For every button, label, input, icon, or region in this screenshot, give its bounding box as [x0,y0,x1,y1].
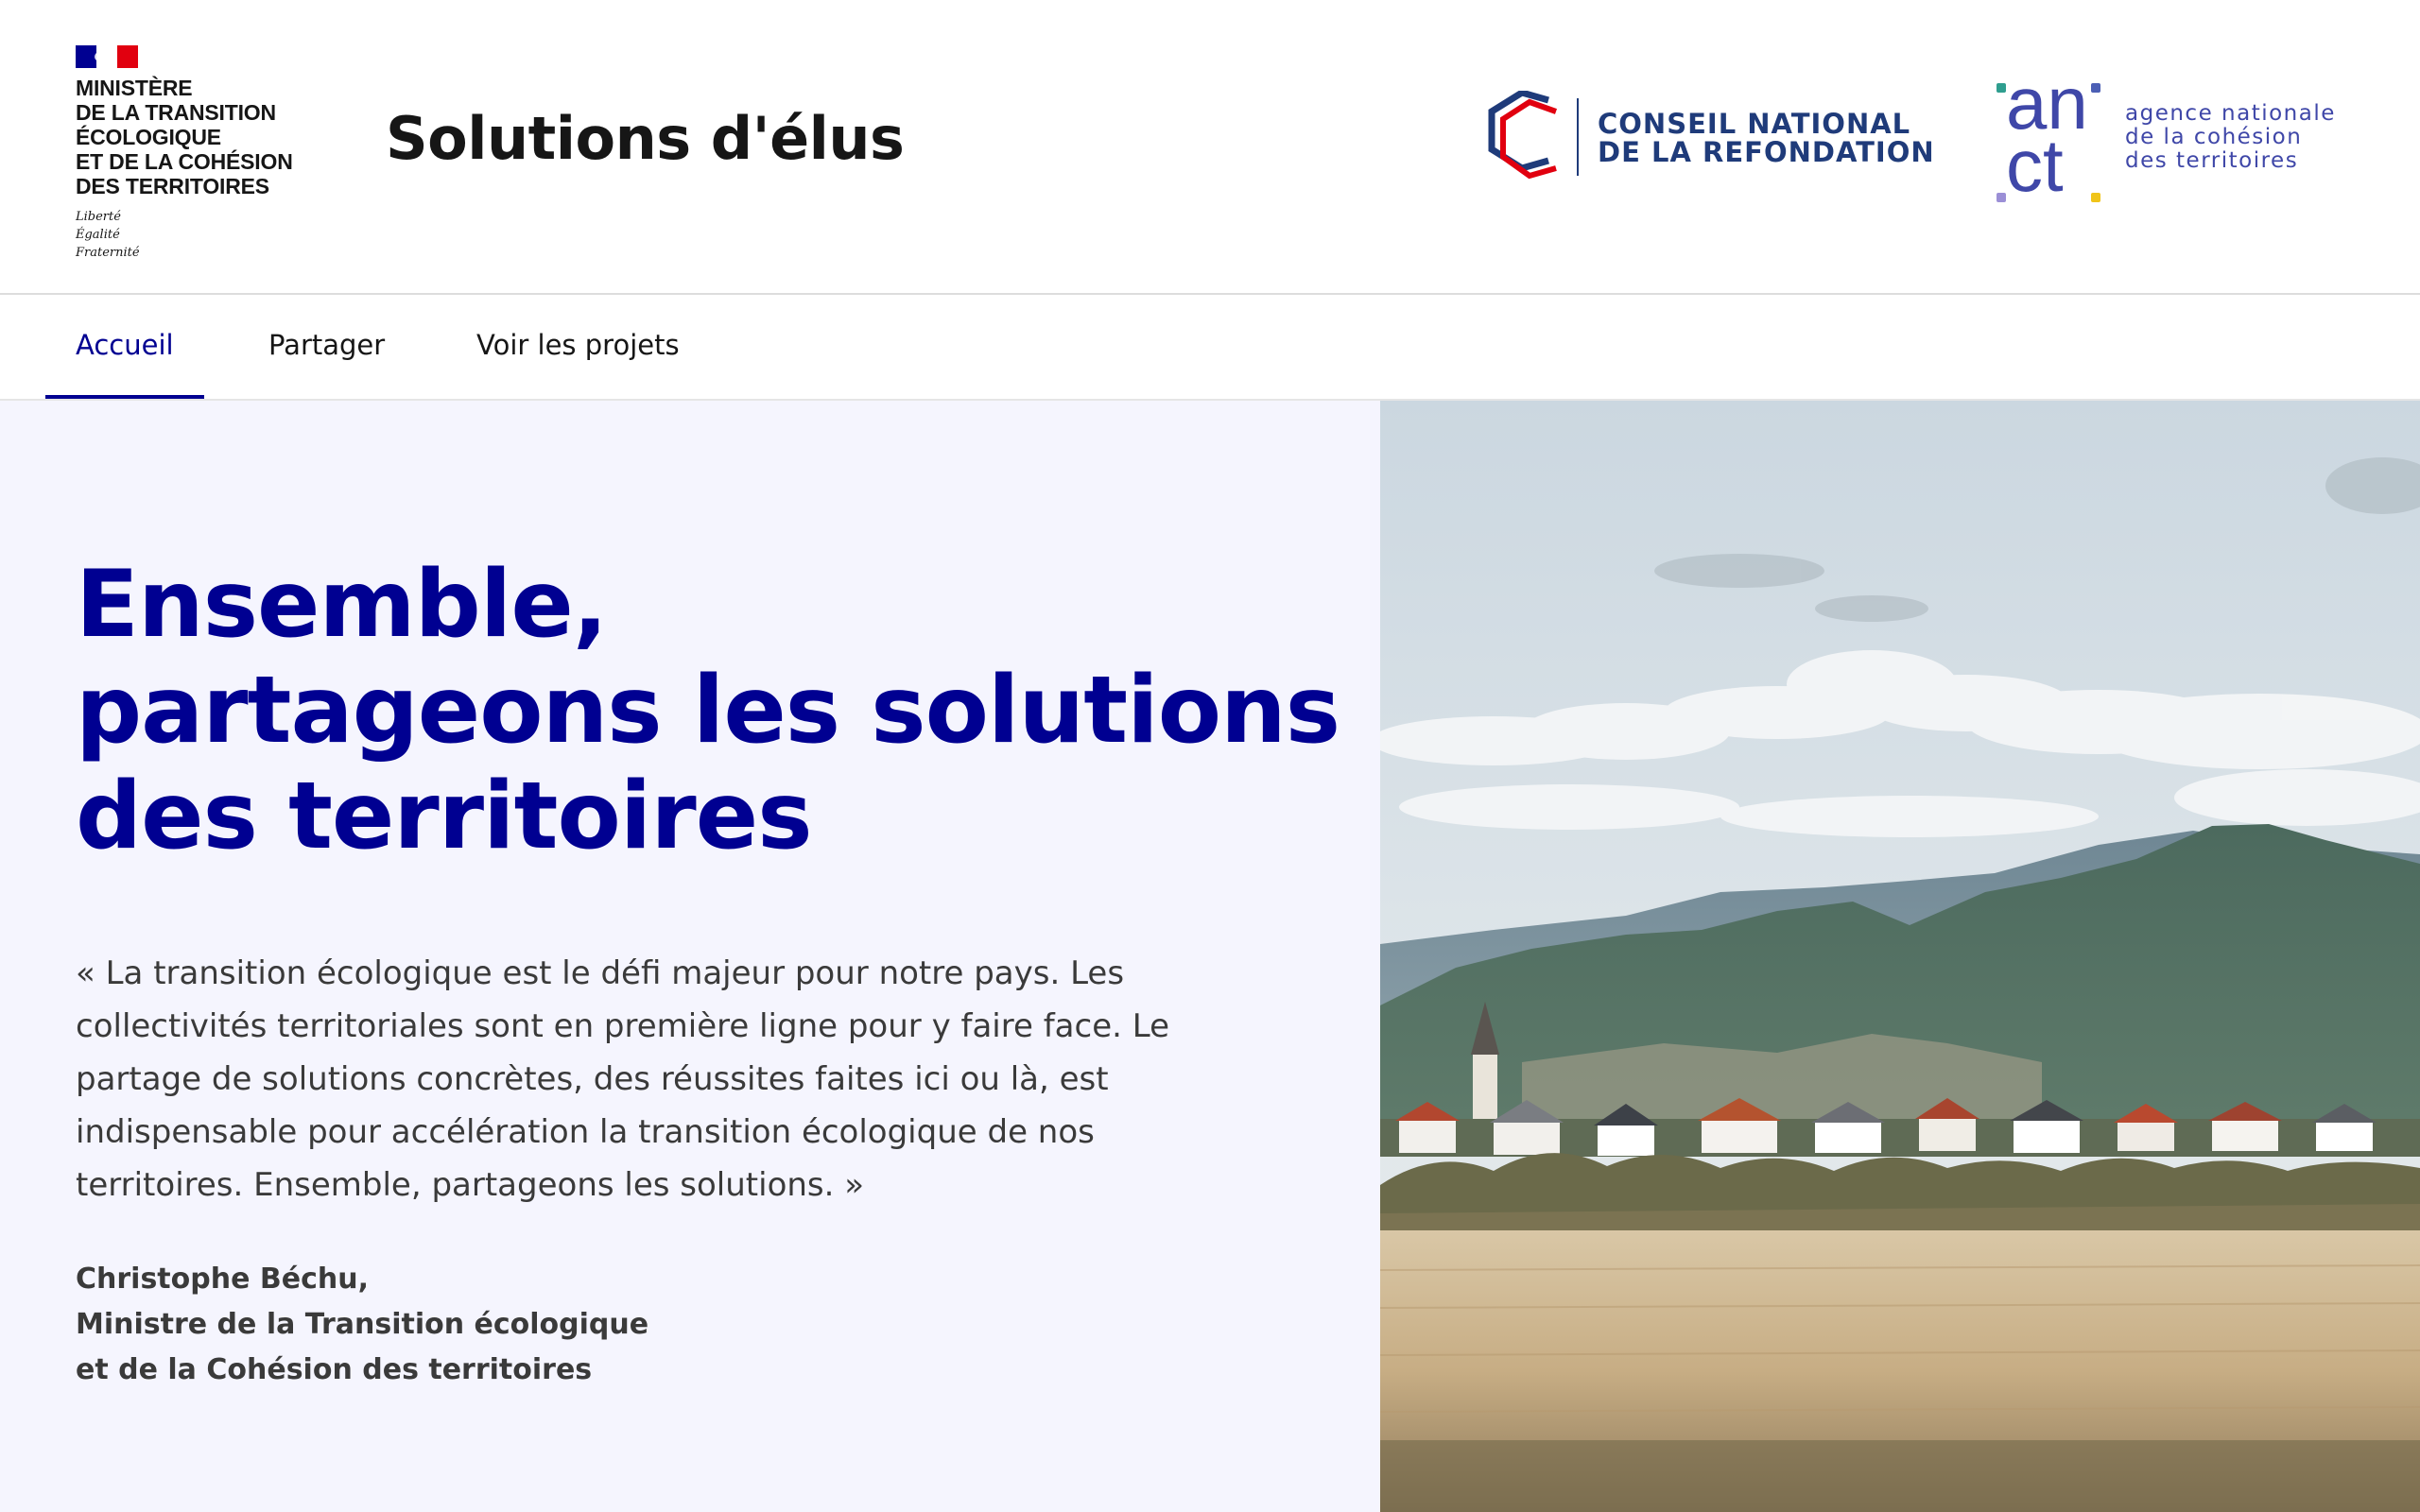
ministry-line: ET DE LA COHÉSION [76,149,293,174]
anct-partner-logo[interactable]: an ct agence nationale de la cohésion de… [1996,66,2394,212]
hero-title: Ensemble, partageons les solutions des t… [76,552,1342,869]
republic-motto: Liberté Égalité Fraternité [76,208,312,262]
quote-author: Christophe Béchu, Ministre de la Transit… [76,1257,1021,1393]
cnr-name-line: CONSEIL NATIONAL [1598,108,1911,140]
main-navigation: Accueil Partager Voir les projets [0,295,2420,401]
anct-monogram-icon: an ct [1996,66,2100,202]
quote-line: « La transition écologique est le défi m… [76,954,1125,992]
cnr-separator [1577,98,1579,176]
motto-line: Égalité [76,228,120,242]
motto-line: Liberté [76,210,121,224]
quote-line: indispensable pour accélération la trans… [76,1113,1095,1151]
nav-item-accueil[interactable]: Accueil [45,295,204,399]
quote-line: partage de solutions concrètes, des réus… [76,1060,1109,1098]
cnr-partner-logo[interactable]: CONSEIL NATIONAL DE LA REFONDATION [1482,91,1934,195]
ministry-line: ÉCOLOGIQUE [76,125,221,149]
anct-desc-line: de la cohésion [2125,125,2303,149]
motto-line: Fraternité [76,246,140,260]
author-line: et de la Cohésion des territoires [76,1353,593,1386]
nav-item-partager[interactable]: Partager [238,295,415,399]
anct-description: agence nationale de la cohésion des terr… [2125,102,2336,173]
nav-item-voir-les-projets[interactable]: Voir les projets [446,295,710,399]
village-landscape-illustration [1380,401,2420,1512]
cnr-hexagon-icon [1488,91,1558,180]
ministry-logo-block[interactable]: MINISTÈRE DE LA TRANSITION ÉCOLOGIQUE ET… [76,45,312,262]
author-line: Christophe Béchu, [76,1263,369,1296]
cnr-name: CONSEIL NATIONAL DE LA REFONDATION [1598,110,1935,166]
ministry-line: DES TERRITOIRES [76,174,269,198]
hero-landscape-image [1380,401,2420,1512]
site-title[interactable]: Solutions d'élus [386,104,905,173]
minister-quote: « La transition écologique est le défi m… [76,947,1210,1211]
cnr-name-line: DE LA REFONDATION [1598,136,1935,168]
anct-desc-line: des territoires [2125,148,2299,173]
quote-line: collectivités territoriales sont en prem… [76,1007,1169,1045]
hero-title-line: partageons les solutions [76,657,1340,765]
author-line: Ministre de la Transition écologique [76,1308,649,1341]
ministry-line: DE LA TRANSITION [76,100,276,125]
ministry-name: MINISTÈRE DE LA TRANSITION ÉCOLOGIQUE ET… [76,76,312,198]
site-header: MINISTÈRE DE LA TRANSITION ÉCOLOGIQUE ET… [0,0,2420,295]
quote-line: territoires. Ensemble, partageons les so… [76,1166,865,1204]
hero-text-panel: Ensemble, partageons les solutions des t… [0,401,1380,1512]
anct-desc-line: agence nationale [2125,101,2336,126]
hero-title-line: Ensemble, [76,551,608,659]
french-flag-logo [76,45,138,68]
hero-title-line: des territoires [76,763,813,870]
ministry-line: MINISTÈRE [76,76,193,100]
